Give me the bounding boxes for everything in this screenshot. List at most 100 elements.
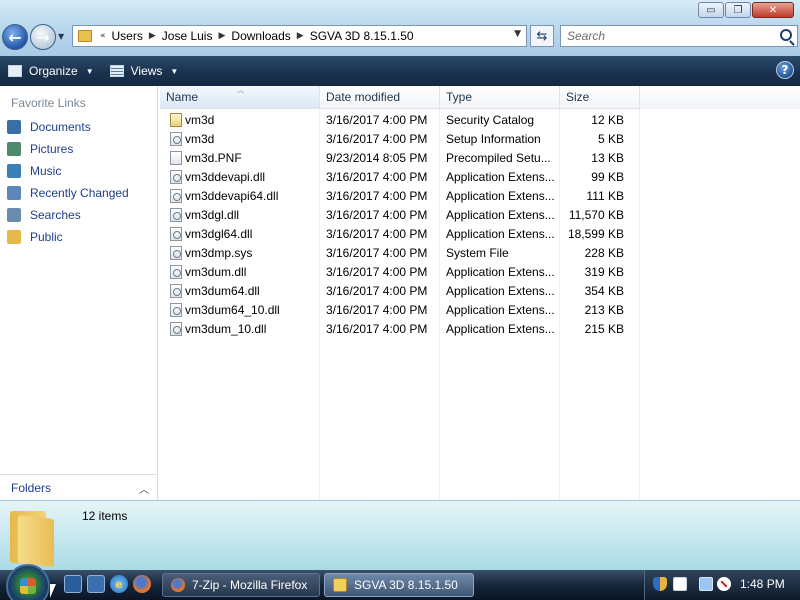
refresh-icon: ⇆ — [536, 28, 548, 44]
nav-item-recently-changed[interactable]: Recently Changed — [7, 186, 129, 200]
maximize-button[interactable]: ❐ — [725, 2, 751, 18]
recent-pages-button[interactable]: ▼ — [58, 32, 68, 42]
file-date-modified: 9/23/2014 8:05 PM — [326, 150, 428, 165]
breadcrumb-overflow[interactable]: « — [98, 31, 108, 41]
file-row[interactable]: vm3ddevapi.dll 3/16/2017 4:00 PM Applicati… — [160, 167, 800, 186]
file-name-cell[interactable]: vm3dgl64.dll — [160, 226, 320, 241]
nav-item-public[interactable]: Public — [7, 230, 63, 244]
dll-icon — [170, 283, 182, 298]
file-name-cell[interactable]: vm3dum.dll — [160, 264, 320, 279]
folder-icon — [7, 230, 21, 244]
show-desktop-icon[interactable] — [64, 575, 82, 593]
address-bar[interactable]: « Users ▶ Jose Luis ▶ Downloads ▶ SGVA 3… — [72, 25, 527, 47]
firefox-icon[interactable] — [133, 575, 151, 593]
taskbar-button-firefox[interactable]: 7-Zip - Mozilla Firefox — [162, 573, 320, 597]
file-date-modified: 3/16/2017 4:00 PM — [326, 245, 428, 260]
search-icon[interactable] — [780, 29, 792, 41]
maximize-icon: ❐ — [733, 4, 743, 16]
clock[interactable]: 1:48 PM — [740, 577, 785, 591]
refresh-button[interactable]: ⇆ — [530, 25, 554, 47]
file-row[interactable]: vm3dum_10.dll 3/16/2017 4:00 PM Applicatio… — [160, 319, 800, 338]
file-row[interactable]: vm3dum.dll 3/16/2017 4:00 PM Application E… — [160, 262, 800, 281]
file-name-cell[interactable]: vm3d — [160, 131, 320, 146]
nav-item-pictures[interactable]: Pictures — [7, 142, 73, 156]
breadcrumb-current-folder[interactable]: SGVA 3D 8.15.1.50 — [306, 29, 418, 43]
breadcrumb-separator-icon[interactable]: ▶ — [147, 31, 158, 41]
file-size: 99 KB — [591, 169, 624, 184]
breadcrumb-separator-icon[interactable]: ▶ — [216, 31, 227, 41]
file-row[interactable]: vm3dmp.sys 3/16/2017 4:00 PM System File 22… — [160, 243, 800, 262]
pictures-icon — [7, 142, 21, 156]
breadcrumb-users[interactable]: Users — [108, 29, 147, 43]
breadcrumb-jose-luis[interactable]: Jose Luis — [158, 29, 217, 43]
breadcrumb-downloads[interactable]: Downloads — [227, 29, 294, 43]
internet-explorer-icon[interactable]: e — [110, 575, 128, 593]
file-name-cell[interactable]: vm3ddevapi64.dll — [160, 188, 320, 203]
file-row[interactable]: vm3ddevapi64.dll 3/16/2017 4:00 PM Applica… — [160, 186, 800, 205]
file-type: Application Extens... — [446, 169, 555, 184]
file-name-cell[interactable]: vm3dum_10.dll — [160, 321, 320, 336]
file-size: 354 KB — [584, 283, 624, 298]
file-name: vm3ddevapi.dll — [185, 169, 266, 184]
file-name-cell[interactable]: vm3dmp.sys — [160, 245, 320, 260]
search-input[interactable] — [561, 26, 771, 46]
nav-item-label: Documents — [30, 120, 91, 134]
nav-item-searches[interactable]: Searches — [7, 208, 81, 222]
column-header-name[interactable]: ︿ Name — [160, 86, 320, 109]
file-row[interactable]: vm3dum64.dll 3/16/2017 4:00 PM Application… — [160, 281, 800, 300]
action-center-flag-icon[interactable] — [673, 577, 687, 591]
views-icon — [109, 65, 124, 77]
help-button[interactable]: ? — [776, 61, 794, 79]
security-shield-icon[interactable] — [653, 577, 667, 591]
nav-item-label: Music — [30, 164, 62, 178]
file-name-cell[interactable]: vm3dgl.dll — [160, 207, 320, 222]
file-name-cell[interactable]: vm3dum64_10.dll — [160, 302, 320, 317]
column-header-date-modified[interactable]: Date modified — [320, 86, 440, 109]
volume-muted-icon[interactable] — [717, 577, 731, 591]
search-box[interactable] — [560, 25, 798, 47]
file-name-cell[interactable]: vm3d — [160, 112, 320, 127]
file-size: 228 KB — [584, 245, 624, 260]
back-button[interactable]: ← — [2, 24, 28, 50]
network-icon[interactable] — [699, 577, 713, 591]
file-name-cell[interactable]: vm3ddevapi.dll — [160, 169, 320, 184]
close-button[interactable]: ✕ — [752, 2, 794, 18]
column-header-size[interactable]: Size — [560, 86, 640, 109]
file-name-cell[interactable]: vm3d.PNF — [160, 150, 320, 165]
organize-button[interactable]: Organize ▼ — [0, 59, 102, 83]
file-size: 11,570 KB — [568, 207, 624, 222]
minimize-button[interactable]: ▭ — [698, 2, 724, 18]
file-type: Security Catalog — [446, 112, 535, 127]
file-row[interactable]: vm3dgl.dll 3/16/2017 4:00 PM Application E… — [160, 205, 800, 224]
column-header-type[interactable]: Type — [440, 86, 560, 109]
file-row[interactable]: vm3dgl64.dll 3/16/2017 4:00 PM Application… — [160, 224, 800, 243]
file-name-cell[interactable]: vm3dum64.dll — [160, 283, 320, 298]
nav-item-documents[interactable]: Documents — [7, 120, 91, 134]
nav-item-label: Pictures — [30, 142, 74, 156]
forward-button[interactable]: → — [30, 24, 56, 50]
title-bar: ▭ ❐ ✕ ← → ▼ « Users ▶ Jose Luis ▶ Downlo… — [0, 0, 800, 56]
nav-item-label: Recently Changed — [30, 186, 129, 200]
address-dropdown-icon[interactable]: ▼ — [514, 29, 521, 39]
file-row[interactable]: vm3d.PNF 9/23/2014 8:05 PM Precompiled Set… — [160, 148, 800, 167]
file-size: 13 KB — [591, 150, 624, 165]
file-row[interactable]: vm3d 3/16/2017 4:00 PM Setup Information 5 … — [160, 129, 800, 148]
file-size: 5 KB — [597, 131, 624, 146]
recent-icon — [7, 186, 21, 200]
folders-toggle[interactable]: Folders ︿ — [0, 474, 157, 500]
breadcrumb-separator-icon[interactable]: ▶ — [295, 31, 306, 41]
file-type: Application Extens... — [446, 226, 555, 241]
file-type: Precompiled Setu... — [446, 150, 551, 165]
folder-icon — [78, 30, 92, 42]
file-date-modified: 3/16/2017 4:00 PM — [326, 169, 428, 184]
nav-item-label: Searches — [30, 208, 81, 222]
file-name: vm3dum64.dll — [185, 283, 260, 298]
file-row[interactable]: vm3d 3/16/2017 4:00 PM Security Catalog 12 … — [160, 110, 800, 129]
nav-item-music[interactable]: Music — [7, 164, 61, 178]
file-row[interactable]: vm3dum64_10.dll 3/16/2017 4:00 PM Applicat… — [160, 300, 800, 319]
switch-windows-icon[interactable] — [87, 575, 105, 593]
taskbar-button-explorer[interactable]: SGVA 3D 8.15.1.50 — [324, 573, 474, 597]
start-button[interactable] — [6, 564, 50, 600]
views-button[interactable]: Views ▼ — [102, 59, 187, 83]
mouse-cursor-icon — [50, 584, 56, 598]
